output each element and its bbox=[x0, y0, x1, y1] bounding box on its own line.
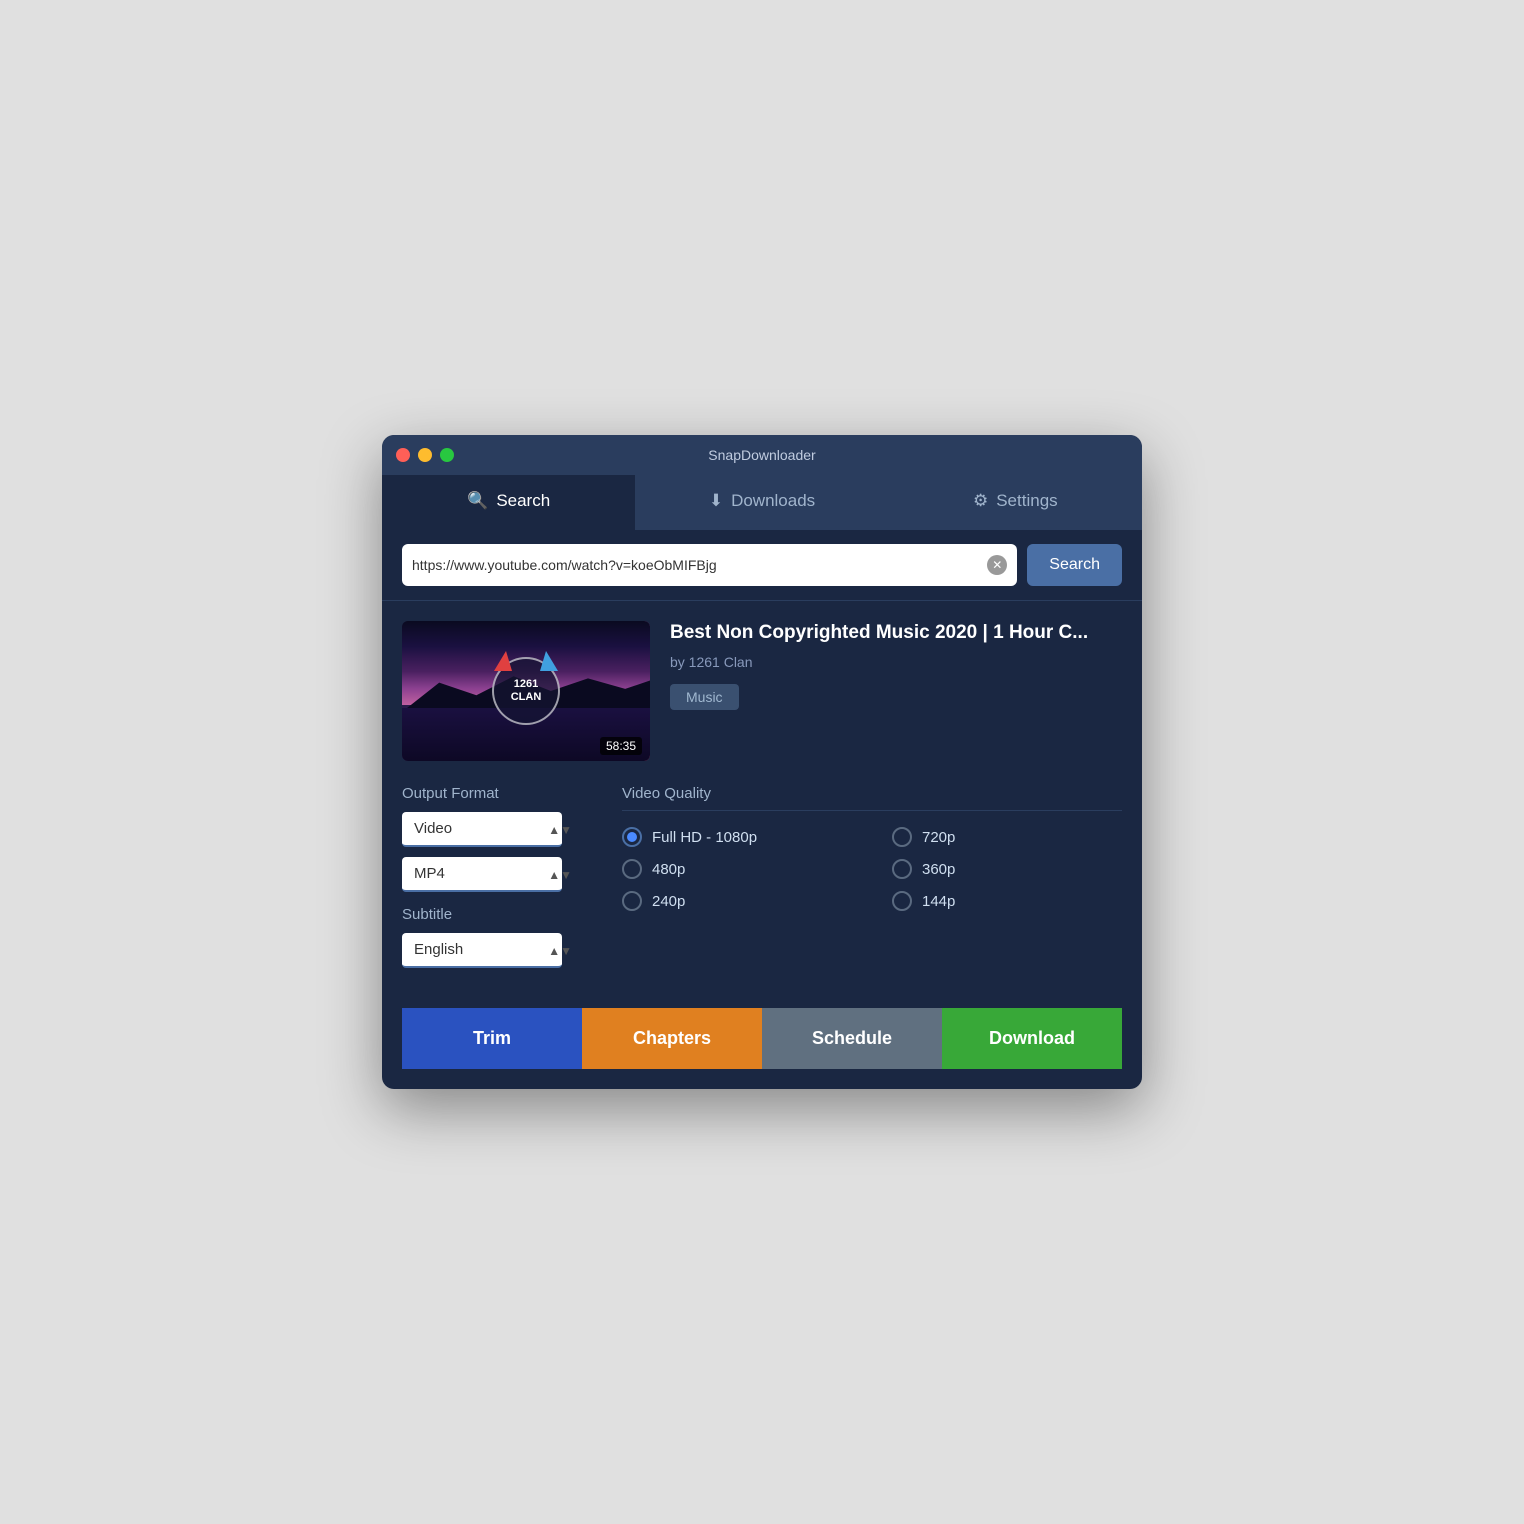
quality-360p[interactable]: 360p bbox=[892, 859, 1122, 879]
container-select[interactable]: MP4 MKV AVI MOV bbox=[402, 857, 562, 892]
tab-settings[interactable]: ⚙ Settings bbox=[889, 475, 1142, 530]
clear-button[interactable]: ✕ bbox=[987, 555, 1007, 575]
app-title: SnapDownloader bbox=[708, 447, 815, 463]
downloads-tab-label: Downloads bbox=[731, 491, 815, 511]
quality-144p-label: 144p bbox=[922, 893, 955, 910]
quality-144p[interactable]: 144p bbox=[892, 891, 1122, 911]
settings-tab-label: Settings bbox=[996, 491, 1057, 511]
format-select-wrapper: Video Audio MP3 ▲▼ bbox=[402, 812, 582, 847]
search-bar: ✕ Search bbox=[382, 530, 1142, 601]
logo-line2: CLAN bbox=[511, 691, 542, 704]
subtitle-select[interactable]: English None Spanish French bbox=[402, 933, 562, 968]
schedule-button[interactable]: Schedule bbox=[762, 1008, 942, 1069]
radio-720p-outer bbox=[892, 827, 912, 847]
options-row: Output Format Video Audio MP3 ▲▼ MP4 MKV… bbox=[402, 785, 1122, 978]
video-tag: Music bbox=[670, 684, 739, 710]
quality-240p[interactable]: 240p bbox=[622, 891, 852, 911]
radio-1080p-outer bbox=[622, 827, 642, 847]
bottom-bar: Trim Chapters Schedule Download bbox=[402, 1008, 1122, 1069]
radio-360p-outer bbox=[892, 859, 912, 879]
quality-1080p-label: Full HD - 1080p bbox=[652, 829, 757, 846]
video-thumbnail: 1261 CLAN 58:35 bbox=[402, 621, 650, 761]
settings-tab-icon: ⚙ bbox=[973, 491, 988, 511]
search-tab-icon: 🔍 bbox=[467, 491, 488, 511]
quality-720p-label: 720p bbox=[922, 829, 955, 846]
quality-grid: Full HD - 1080p 720p 480p 360p bbox=[622, 821, 1122, 911]
tab-search[interactable]: 🔍 Search bbox=[382, 475, 635, 530]
output-format-label: Output Format bbox=[402, 785, 582, 802]
video-channel: by 1261 Clan bbox=[670, 654, 1122, 670]
video-duration: 58:35 bbox=[600, 737, 642, 755]
video-meta: Best Non Copyrighted Music 2020 | 1 Hour… bbox=[670, 621, 1122, 761]
logo-line1: 1261 bbox=[511, 678, 542, 691]
quality-480p[interactable]: 480p bbox=[622, 859, 852, 879]
download-button[interactable]: Download bbox=[942, 1008, 1122, 1069]
radio-1080p-inner bbox=[627, 832, 637, 842]
quality-360p-label: 360p bbox=[922, 861, 955, 878]
radio-144p-outer bbox=[892, 891, 912, 911]
output-format-group: Output Format Video Audio MP3 ▲▼ MP4 MKV… bbox=[402, 785, 582, 978]
video-quality-label: Video Quality bbox=[622, 785, 1122, 811]
container-select-wrapper: MP4 MKV AVI MOV ▲▼ bbox=[402, 857, 582, 892]
radio-480p-outer bbox=[622, 859, 642, 879]
tab-bar: 🔍 Search ⬇ Downloads ⚙ Settings bbox=[382, 475, 1142, 530]
video-quality-group: Video Quality Full HD - 1080p 720p bbox=[622, 785, 1122, 978]
downloads-tab-icon: ⬇ bbox=[709, 491, 723, 511]
maximize-button[interactable] bbox=[440, 448, 454, 462]
video-info: 1261 CLAN 58:35 Best Non Copyrighted Mus… bbox=[402, 621, 1122, 761]
url-input[interactable] bbox=[412, 557, 987, 573]
search-button[interactable]: Search bbox=[1027, 544, 1122, 586]
radio-240p-outer bbox=[622, 891, 642, 911]
traffic-lights bbox=[396, 448, 454, 462]
subtitle-select-wrapper: English None Spanish French ▲▼ bbox=[402, 933, 582, 968]
titlebar: SnapDownloader bbox=[382, 435, 1142, 475]
search-tab-label: Search bbox=[496, 491, 550, 511]
format-select[interactable]: Video Audio MP3 bbox=[402, 812, 562, 847]
main-content: 1261 CLAN 58:35 Best Non Copyrighted Mus… bbox=[382, 601, 1142, 1089]
video-title: Best Non Copyrighted Music 2020 | 1 Hour… bbox=[670, 621, 1122, 646]
tab-downloads[interactable]: ⬇ Downloads bbox=[635, 475, 888, 530]
trim-button[interactable]: Trim bbox=[402, 1008, 582, 1069]
quality-480p-label: 480p bbox=[652, 861, 685, 878]
quality-1080p[interactable]: Full HD - 1080p bbox=[622, 827, 852, 847]
channel-logo: 1261 CLAN bbox=[490, 655, 562, 727]
subtitle-label: Subtitle bbox=[402, 906, 582, 923]
app-window: SnapDownloader 🔍 Search ⬇ Downloads ⚙ Se… bbox=[382, 435, 1142, 1089]
url-input-wrapper: ✕ bbox=[402, 544, 1017, 586]
minimize-button[interactable] bbox=[418, 448, 432, 462]
close-button[interactable] bbox=[396, 448, 410, 462]
quality-240p-label: 240p bbox=[652, 893, 685, 910]
quality-720p[interactable]: 720p bbox=[892, 827, 1122, 847]
chapters-button[interactable]: Chapters bbox=[582, 1008, 762, 1069]
